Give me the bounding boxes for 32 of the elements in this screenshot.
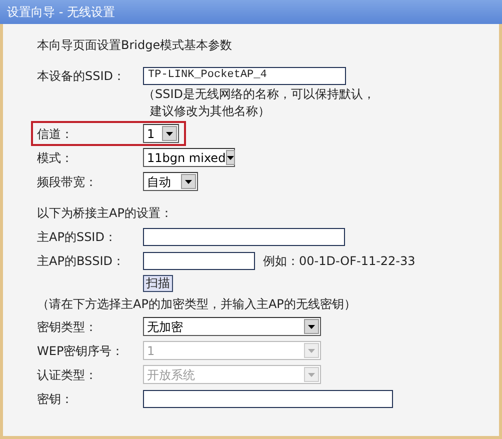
section-heading: 以下为桥接主AP的设置： xyxy=(37,204,172,222)
select-value: 11bgn mixed xyxy=(147,150,226,166)
select-value: 1 xyxy=(147,126,155,142)
field-label: 认证类型： xyxy=(37,366,98,384)
select-value: 1 xyxy=(147,342,155,360)
text-field[interactable] xyxy=(143,252,255,270)
select-field[interactable]: 自动 xyxy=(143,172,198,191)
select-value: 自动 xyxy=(147,174,171,190)
field-label: 本设备的SSID： xyxy=(37,68,126,84)
select-value: 无加密 xyxy=(147,318,183,336)
select-field[interactable]: 11bgn mixed xyxy=(143,148,235,167)
field-label: 频段带宽： xyxy=(37,174,98,190)
example-text: 例如：00-1D-OF-11-22-33 xyxy=(263,252,416,270)
text-field[interactable] xyxy=(143,228,345,246)
field-label: WEP密钥序号： xyxy=(37,342,125,360)
select-field[interactable]: 1 xyxy=(143,124,179,143)
field-label: 模式： xyxy=(37,150,74,166)
field-label: 密钥类型： xyxy=(37,318,98,336)
text-field[interactable] xyxy=(143,390,393,408)
instruction-text: （请在下方选择主AP的加密类型，并输入主AP的无线密钥） xyxy=(37,296,356,313)
field-label: 主AP的SSID： xyxy=(37,228,118,246)
window-title: 设置向导 - 无线设置 xyxy=(7,4,115,21)
section-heading: 本向导页面设置Bridge模式基本参数 xyxy=(37,36,232,54)
field-label: 主AP的BSSID： xyxy=(37,252,126,270)
field-label: 密钥： xyxy=(37,390,74,408)
hint-text: 建议修改为其他名称） xyxy=(149,103,271,120)
select-field[interactable]: 无加密 xyxy=(143,317,321,336)
field-label: 信道： xyxy=(37,126,74,142)
text-field[interactable]: TP-LINK_PocketAP_4 xyxy=(143,66,346,84)
hint-text: （SSID是无线网络的名称，可以保持默认， xyxy=(143,86,376,103)
scan-button[interactable]: 扫描 xyxy=(143,275,173,292)
select-value: 开放系统 xyxy=(147,366,195,384)
